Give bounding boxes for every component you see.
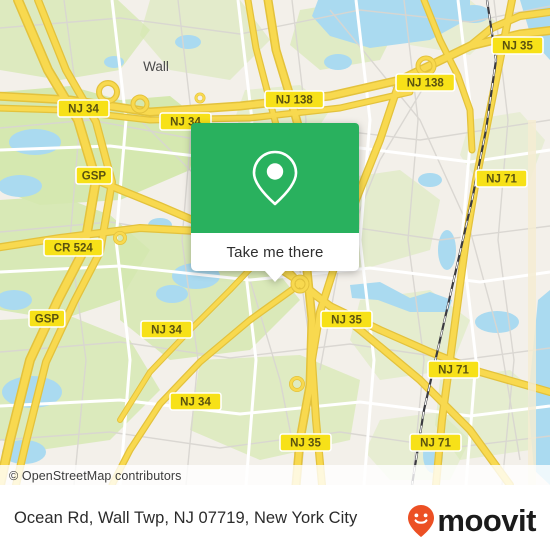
svg-text:NJ 138: NJ 138 — [407, 78, 445, 90]
popup-pointer-tail — [264, 270, 286, 282]
svg-text:NJ 35: NJ 35 — [290, 438, 321, 450]
svg-text:NJ 35: NJ 35 — [331, 315, 362, 327]
road-shield: GSP — [75, 166, 113, 185]
svg-text:NJ 138: NJ 138 — [276, 95, 314, 107]
map-attribution: © OpenStreetMap contributors — [0, 465, 550, 485]
bottom-info-bar: Ocean Rd, Wall Twp, NJ 07719, New York C… — [0, 485, 550, 550]
road-shield: NJ 71 — [409, 433, 462, 452]
popup-footer[interactable]: Take me there — [191, 233, 359, 282]
svg-text:NJ 34: NJ 34 — [180, 397, 211, 409]
svg-text:GSP: GSP — [82, 171, 107, 183]
road-shield: CR 524 — [43, 238, 104, 257]
svg-text:GSP: GSP — [35, 314, 60, 326]
road-shield: NJ 71 — [427, 360, 480, 379]
svg-text:NJ 34: NJ 34 — [151, 325, 182, 337]
address-text: Ocean Rd, Wall Twp, NJ 07719, New York C… — [14, 509, 358, 527]
moovit-wordmark: moovit — [437, 503, 536, 538]
svg-text:NJ 71: NJ 71 — [486, 174, 517, 186]
svg-text:NJ 71: NJ 71 — [438, 365, 469, 377]
moovit-logo[interactable]: moovit — [406, 504, 536, 538]
road-shield: GSP — [28, 309, 66, 328]
road-shield: NJ 34 — [140, 320, 193, 339]
map-pin-icon — [252, 150, 298, 206]
road-shield: NJ 35 — [279, 433, 332, 452]
road-shield: NJ 138 — [264, 90, 325, 109]
svg-text:NJ 34: NJ 34 — [68, 104, 99, 116]
road-shield: NJ 34 — [169, 392, 222, 411]
take-me-there-label: Take me there — [226, 243, 324, 261]
road-shield: NJ 34 — [57, 99, 110, 118]
road-shield: NJ 71 — [475, 169, 528, 188]
svg-text:NJ 71: NJ 71 — [420, 438, 451, 450]
road-shield: NJ 138 — [395, 73, 456, 92]
map-screenshot: Wall NJ 34 NJ 138 NJ 138 NJ 35 NJ 71 GSP NJ 34… — [0, 0, 550, 550]
popup-icon-area — [191, 123, 359, 233]
attribution-text: © OpenStreetMap contributors — [9, 469, 182, 483]
moovit-smile-pin-icon — [408, 504, 435, 537]
svg-text:CR 524: CR 524 — [54, 243, 94, 255]
take-me-there-popup[interactable]: Take me there — [191, 123, 359, 282]
road-shield: NJ 35 — [491, 36, 544, 55]
road-shield: NJ 35 — [320, 310, 373, 329]
svg-text:NJ 35: NJ 35 — [502, 41, 533, 53]
